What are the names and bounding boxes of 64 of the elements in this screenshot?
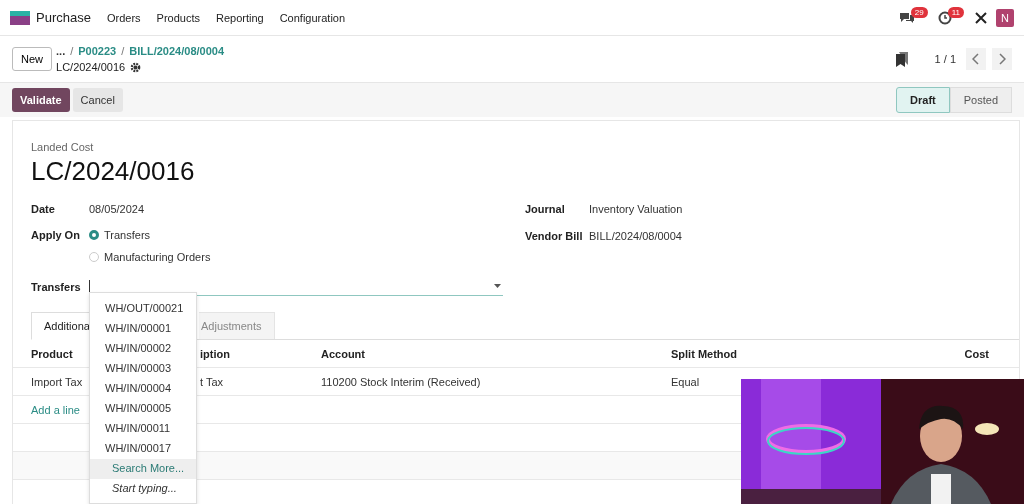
field-value[interactable]: Inventory Valuation: [589, 202, 683, 215]
dropdown-item[interactable]: WH/IN/00017: [90, 439, 196, 459]
record-title: LC/2024/0016: [30, 156, 196, 187]
caret-icon[interactable]: [494, 284, 501, 288]
menu-item[interactable]: Configuration: [279, 11, 346, 24]
dropdown-item[interactable]: WH/OUT/00021: [90, 299, 196, 319]
table-cell: Equal: [671, 375, 700, 388]
form-caption: Landed Cost: [30, 141, 95, 153]
chat-icon[interactable]: [898, 10, 915, 25]
table-cell: Import Tax: [31, 375, 83, 388]
breadcrumb-link[interactable]: BILL/2024/08/0004: [129, 45, 225, 57]
cancel-button[interactable]: Cancel: [72, 88, 123, 112]
menu-item[interactable]: Orders: [106, 11, 141, 24]
radio-label[interactable]: Transfers: [104, 229, 151, 241]
column-header: iption: [200, 347, 230, 360]
field-label: Date: [31, 202, 56, 215]
radio-label[interactable]: Manufacturing Orders: [104, 251, 211, 263]
pager-value: 1 / 1: [934, 53, 956, 65]
search-more-link[interactable]: Search More...: [90, 459, 196, 479]
status-step[interactable]: Draft: [896, 87, 950, 113]
radio-button[interactable]: [89, 230, 99, 240]
settings-icon[interactable]: [130, 61, 142, 73]
field-value[interactable]: BILL/2024/08/0004: [589, 229, 682, 242]
column-header: Account: [321, 347, 365, 360]
next-button[interactable]: [992, 48, 1012, 70]
status-step[interactable]: Posted: [949, 87, 1012, 113]
field-label: Apply On: [31, 229, 81, 241]
menu-item[interactable]: Products: [156, 11, 200, 24]
new-button[interactable]: New: [12, 47, 52, 71]
table-cell: 110200 Stock Interim (Received): [321, 375, 481, 388]
table-cell: t Tax: [200, 375, 224, 388]
dropdown-item[interactable]: WH/IN/00005: [90, 399, 196, 419]
dropdown-item[interactable]: WH/IN/00011: [90, 419, 196, 439]
dropdown-hint: Start typing...: [111, 481, 178, 496]
bookmark-icon[interactable]: [894, 51, 909, 67]
add-line-link[interactable]: Add a line: [31, 403, 80, 416]
chevron-left-icon: [972, 53, 980, 65]
activity-count-badge: 11: [947, 7, 964, 18]
user-avatar[interactable]: N: [996, 8, 1014, 27]
column-header: Product: [31, 347, 73, 360]
record-name: LC/2024/0016: [56, 61, 126, 73]
column-header: Split Method: [671, 347, 737, 360]
field-label: Vendor Bill: [525, 229, 584, 242]
validate-button[interactable]: Validate: [12, 88, 70, 112]
tab[interactable]: Additiona: [31, 312, 91, 340]
dropdown-item[interactable]: WH/IN/00003: [90, 359, 196, 379]
dropdown-item[interactable]: WH/IN/00002: [90, 339, 196, 359]
field-value[interactable]: 08/05/2024: [89, 202, 145, 215]
field-label: Journal: [525, 202, 566, 215]
menu-item[interactable]: Reporting: [215, 11, 264, 24]
clock-icon[interactable]: [937, 10, 952, 25]
breadcrumb-link[interactable]: P00223: [78, 45, 117, 57]
dropdown-item[interactable]: WH/IN/00004: [90, 379, 196, 399]
app-name[interactable]: Purchase: [36, 10, 91, 25]
column-header: Cost: [964, 347, 989, 360]
breadcrumb-separator: /: [70, 45, 74, 57]
dropdown-item[interactable]: WH/IN/00001: [90, 319, 196, 339]
app-logo-icon[interactable]: [10, 10, 30, 25]
breadcrumb-link[interactable]: ...: [56, 45, 66, 57]
message-count-badge: 29: [910, 7, 928, 18]
previous-button[interactable]: [966, 48, 986, 70]
chevron-right-icon: [998, 53, 1006, 65]
field-label: Transfers: [31, 280, 82, 293]
breadcrumb-separator: /: [121, 45, 125, 57]
